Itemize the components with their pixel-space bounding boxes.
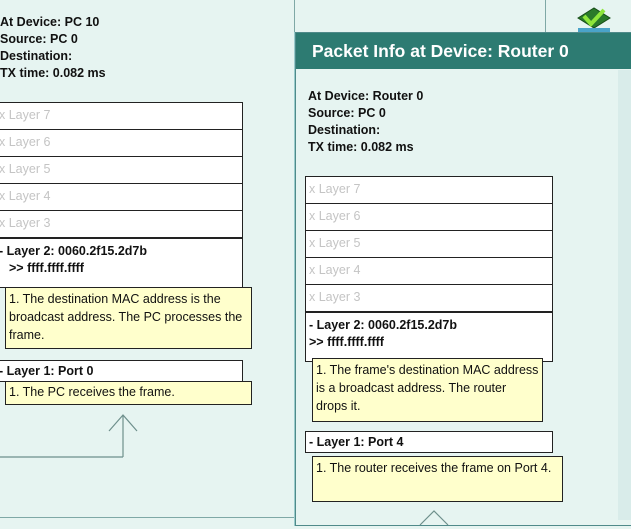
right-layer-2-note: 1. The frame's destination MAC address i…: [312, 358, 543, 422]
panel-title[interactable]: Packet Info at Device: Router 0: [296, 33, 631, 69]
left-destination: Destination:: [0, 49, 73, 63]
left-tx-time: TX time: 0.082 ms: [0, 66, 106, 80]
right-layer-1-note: 1. The router receives the frame on Port…: [312, 456, 563, 502]
left-layer-1[interactable]: - Layer 1: Port 0: [0, 360, 243, 382]
scroll-edge: [618, 70, 631, 520]
left-layer-5[interactable]: x Layer 5: [0, 156, 243, 184]
right-layer-6[interactable]: x Layer 6: [305, 203, 553, 231]
right-layer-3[interactable]: x Layer 3: [305, 284, 553, 312]
left-layer-4[interactable]: x Layer 4: [0, 183, 243, 211]
left-source: Source: PC 0: [0, 32, 78, 46]
right-layer-1[interactable]: - Layer 1: Port 4: [305, 431, 553, 453]
up-arrow-icon-right: [419, 510, 449, 526]
up-arrow-icon: [0, 414, 138, 458]
right-layer-2-destination: >> ffff.ffff.ffff: [309, 335, 384, 349]
left-layer-2[interactable]: - Layer 2: 0060.2f15.2d7b >> ffff.ffff.f…: [0, 238, 243, 288]
right-layer-5[interactable]: x Layer 5: [305, 230, 553, 258]
right-layer-7[interactable]: x Layer 7: [305, 176, 553, 204]
left-packet-info-panel: At Device: PC 10 Source: PC 0 Destinatio…: [0, 0, 295, 518]
left-at-device: At Device: PC 10: [0, 15, 100, 29]
top-right-icon-box: [545, 0, 631, 36]
right-layer-2[interactable]: - Layer 2: 0060.2f15.2d7b >> ffff.ffff.f…: [305, 312, 553, 362]
right-layer-4[interactable]: x Layer 4: [305, 257, 553, 285]
right-destination: Destination:: [308, 123, 381, 137]
left-layer-3[interactable]: x Layer 3: [0, 210, 243, 238]
right-tx-time: TX time: 0.082 ms: [308, 140, 414, 154]
right-info-block: At Device: Router 0 Source: PC 0 Destina…: [308, 88, 423, 156]
right-layer-2-address: - Layer 2: 0060.2f15.2d7b: [309, 318, 457, 332]
left-layer-7[interactable]: x Layer 7: [0, 102, 243, 130]
right-packet-info-panel: Packet Info at Device: Router 0 At Devic…: [295, 32, 631, 526]
left-layer-2-address: - Layer 2: 0060.2f15.2d7b: [0, 244, 147, 258]
left-info-block: At Device: PC 10 Source: PC 0 Destinatio…: [0, 14, 106, 82]
left-layer-2-destination: >> ffff.ffff.ffff: [9, 261, 84, 275]
left-layer-2-note: 1. The destination MAC address is the br…: [5, 287, 252, 349]
left-layer-6[interactable]: x Layer 6: [0, 129, 243, 157]
left-layer-1-note: 1. The PC receives the frame.: [5, 381, 252, 405]
right-source: Source: PC 0: [308, 106, 386, 120]
right-at-device: At Device: Router 0: [308, 89, 424, 103]
